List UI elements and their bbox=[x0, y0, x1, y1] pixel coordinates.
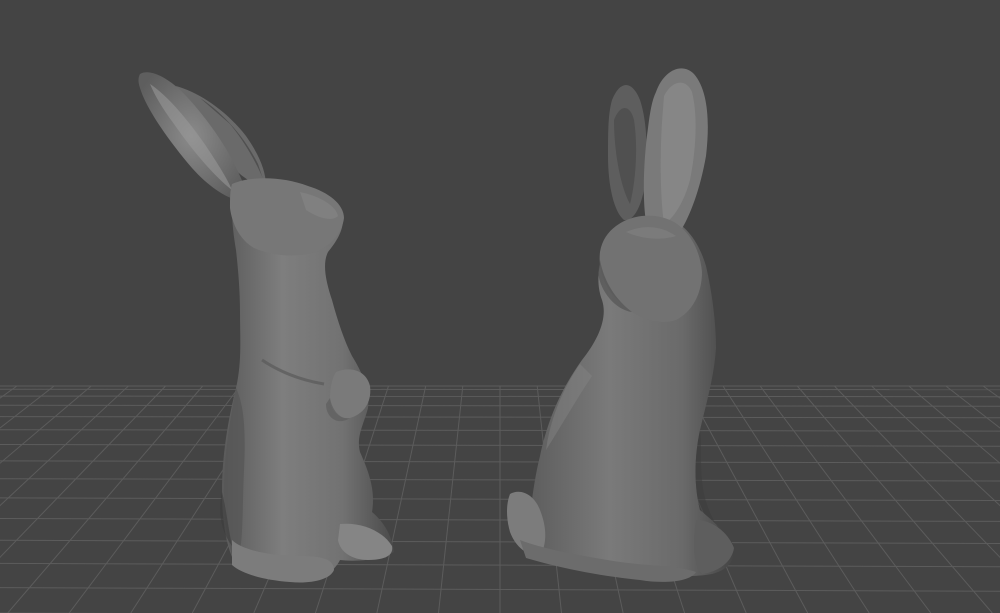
grid-line bbox=[7, 385, 204, 613]
viewport-canvas[interactable] bbox=[0, 0, 1000, 613]
grid-line bbox=[982, 385, 1000, 399]
grid-line bbox=[376, 385, 427, 613]
grid-line bbox=[871, 385, 1000, 507]
grid-line bbox=[796, 385, 993, 613]
bunny-mesh-right[interactable] bbox=[507, 68, 735, 582]
grid-line bbox=[0, 385, 55, 429]
3d-viewport[interactable] bbox=[0, 0, 1000, 613]
grid-line bbox=[945, 385, 1000, 429]
grid-line bbox=[0, 385, 18, 399]
grid-line bbox=[68, 385, 241, 613]
grid-line bbox=[0, 385, 129, 507]
grid-line bbox=[0, 385, 166, 559]
grid-line bbox=[0, 385, 92, 464]
grid-line bbox=[908, 385, 1000, 464]
bunny-mesh-left[interactable] bbox=[138, 72, 395, 583]
grid-line bbox=[834, 385, 1000, 559]
ground-grid bbox=[0, 385, 1000, 613]
